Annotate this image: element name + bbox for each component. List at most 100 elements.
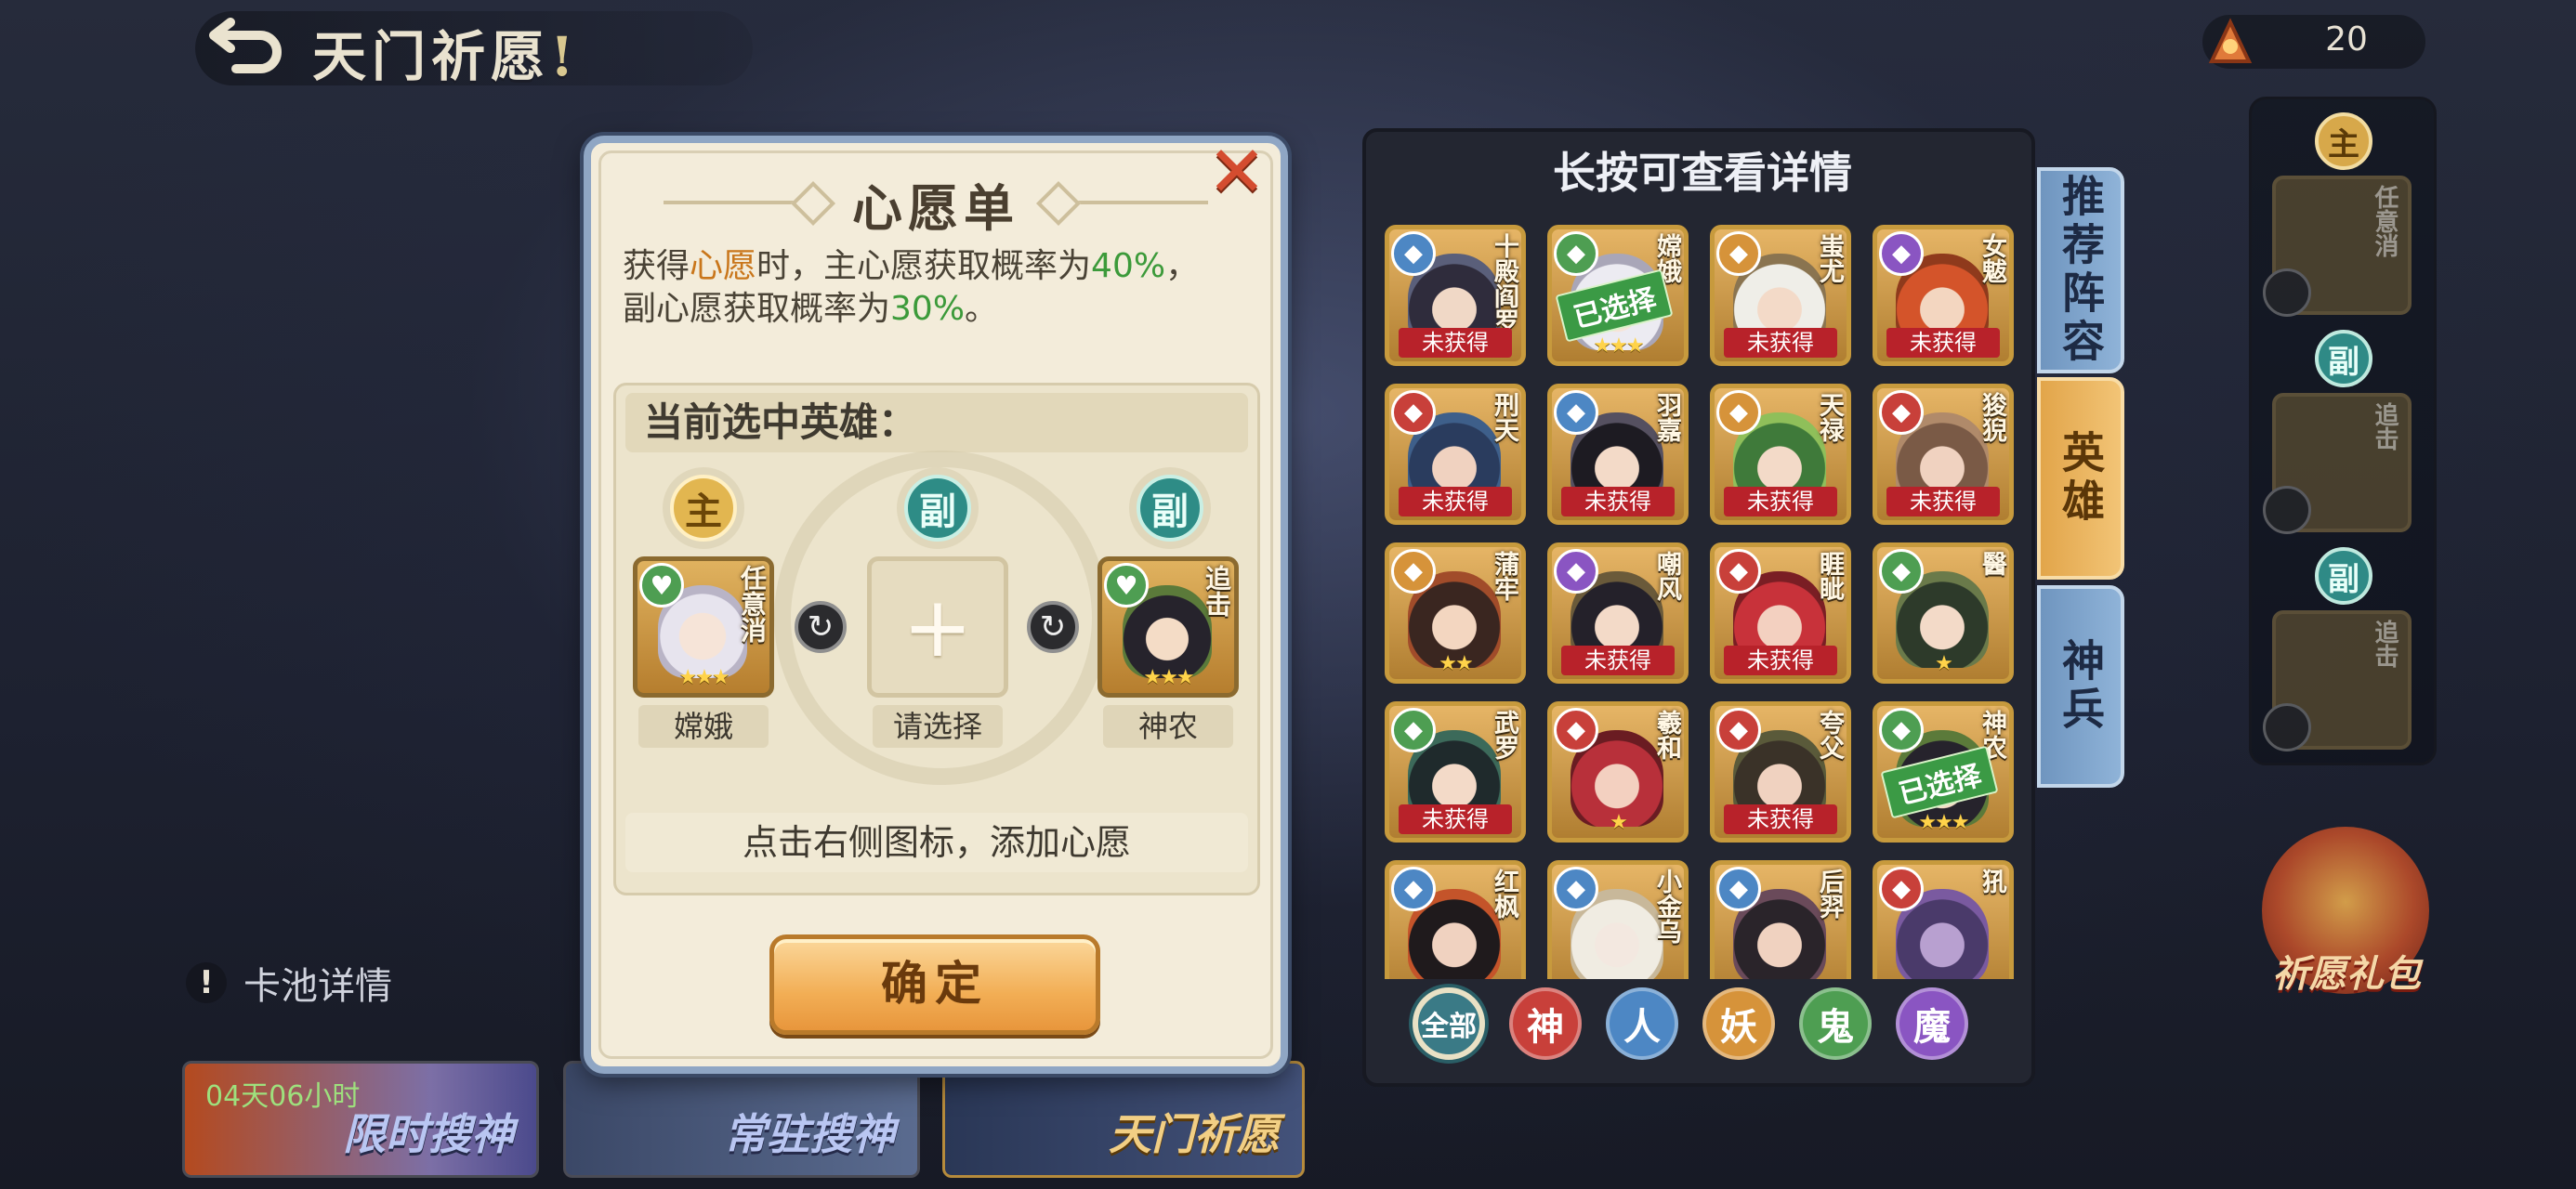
ghost-element-icon: ♥ bbox=[639, 563, 684, 608]
filter-all-button[interactable]: 全部 bbox=[1413, 987, 1485, 1060]
element-icon: ◆ bbox=[1716, 231, 1761, 276]
element-icon: ◆ bbox=[1716, 549, 1761, 594]
hero-skill-label: 追击 bbox=[1202, 565, 1232, 617]
swap-icon[interactable] bbox=[2263, 486, 2311, 534]
selected-hero-shennong[interactable]: ♥ 追击 ★★★ bbox=[1097, 556, 1239, 698]
hero-card[interactable]: ◆ 武罗 未获得 bbox=[1385, 701, 1526, 843]
swap-icon[interactable]: ↻ bbox=[795, 601, 847, 653]
hero-card[interactable]: ◆ 刑天 未获得 bbox=[1385, 384, 1526, 525]
hero-name: 女魃 bbox=[1978, 233, 2006, 283]
hero-name: 嘲风 bbox=[1652, 551, 1681, 601]
hero-name: 狻猊 bbox=[1978, 392, 2006, 442]
hero-card[interactable]: ◆ 十殿阎罗 未获得 bbox=[1385, 225, 1526, 366]
ghost-element-icon: ♥ bbox=[1104, 563, 1149, 608]
add-wish-hint: 点击右侧图标，添加心愿 bbox=[625, 813, 1248, 872]
filter-element-button[interactable]: 魔 bbox=[1896, 987, 1968, 1060]
hero-card[interactable]: ◆ 蚩尤 未获得 bbox=[1710, 225, 1851, 366]
element-icon: ◆ bbox=[1391, 390, 1436, 435]
hero-name: 十殿阎罗 bbox=[1490, 233, 1518, 333]
hero-grid[interactable]: ◆ 十殿阎罗 未获得 ◆ 嫦娥 ★★★ 已选择 ◆ 蚩尤 未获得 ◆ 女魃 未获得 ◆ 刑天 未获得 ◆ 羽嘉 未获… bbox=[1385, 225, 2026, 979]
hero-name: 蚩尤 bbox=[1815, 233, 1844, 283]
hero-card[interactable]: ◆ 蒲牢 ★★ bbox=[1385, 542, 1526, 684]
hero-card[interactable]: ◆ 醫 ★ bbox=[1873, 542, 2014, 684]
swap-icon[interactable] bbox=[2263, 703, 2311, 751]
hero-name: 红枫 bbox=[1490, 869, 1518, 919]
unowned-label: 未获得 bbox=[1561, 646, 1675, 675]
hero-name: 天禄 bbox=[1815, 392, 1844, 442]
element-icon: ◆ bbox=[1554, 231, 1598, 276]
hero-card[interactable]: ◆ 女魃未获得 bbox=[1873, 225, 2014, 366]
main-wish-slot[interactable]: 任意消 bbox=[2263, 176, 2412, 317]
sub-wish-slot[interactable]: 追击 bbox=[2263, 393, 2412, 534]
hero-card[interactable]: ◆ 夸父 未获得 bbox=[1710, 701, 1851, 843]
tab-label: 限时搜神 bbox=[343, 1109, 514, 1159]
wish-gift-pack-label[interactable]: 祈愿礼包 bbox=[2258, 944, 2435, 998]
swap-icon[interactable]: ↻ bbox=[1027, 601, 1079, 653]
info-icon: ! bbox=[186, 962, 227, 1003]
hero-card[interactable]: ◆ 嫦娥 ★★★ 已选择 bbox=[1547, 225, 1689, 366]
element-icon: ◆ bbox=[1879, 390, 1924, 435]
selected-heroes-title: 当前选中英雄： bbox=[625, 393, 1248, 452]
element-icon: ◆ bbox=[1879, 231, 1924, 276]
pool-detail-link[interactable]: ! 卡池详情 bbox=[186, 955, 392, 1011]
slot-hero-name: 神农 bbox=[1103, 705, 1233, 748]
hero-card[interactable]: ◆ 嘲风 未获得 bbox=[1547, 542, 1689, 684]
page-title: 天门祈愿! bbox=[312, 25, 580, 88]
hero-card[interactable]: ◆ 睚眦未获得 bbox=[1710, 542, 1851, 684]
tab-label: 天门祈愿 bbox=[1109, 1109, 1280, 1159]
element-icon: ◆ bbox=[1716, 708, 1761, 752]
tab-heaven-gate-wish[interactable]: 天门祈愿 bbox=[942, 1061, 1305, 1178]
filter-element-button[interactable]: 鬼 bbox=[1799, 987, 1872, 1060]
hero-card[interactable]: ◆ 犼 bbox=[1873, 860, 2014, 979]
hero-card[interactable]: ◆ 后羿 bbox=[1710, 860, 1851, 979]
hero-name: 羲和 bbox=[1652, 710, 1681, 760]
element-icon: ◆ bbox=[1879, 708, 1924, 752]
close-icon[interactable]: ✕ bbox=[1204, 137, 1269, 207]
hero-card[interactable]: ◆ 天禄 未获得 bbox=[1710, 384, 1851, 525]
unowned-label: 未获得 bbox=[1886, 487, 2000, 516]
element-icon: ◆ bbox=[1391, 549, 1436, 594]
filter-element-button[interactable]: 神 bbox=[1509, 987, 1582, 1060]
unowned-label: 未获得 bbox=[1399, 328, 1512, 358]
hero-card[interactable]: ◆ 小金乌 bbox=[1547, 860, 1689, 979]
hero-card[interactable]: ◆ 羽嘉 未获得 bbox=[1547, 384, 1689, 525]
slot-hero-name: 请选择 bbox=[873, 705, 1003, 748]
empty-sub-wish-slot[interactable]: + bbox=[867, 556, 1008, 698]
hero-card[interactable]: ◆ 神农 ★★★ 已选择 bbox=[1873, 701, 2014, 843]
element-icon: ◆ bbox=[1716, 390, 1761, 435]
element-icon: ◆ bbox=[1879, 867, 1924, 911]
tab-divine-weapons[interactable]: 神兵 bbox=[2037, 585, 2124, 788]
element-icon: ◆ bbox=[1716, 867, 1761, 911]
swap-icon[interactable] bbox=[2263, 268, 2311, 317]
slot-skill-label: 追击 bbox=[2371, 620, 2399, 668]
main-wish-badge: 主 bbox=[2315, 112, 2372, 170]
tab-limited-search[interactable]: 04天06小时 限时搜神 bbox=[182, 1061, 539, 1178]
hero-name: 醫 bbox=[1978, 551, 2006, 576]
tab-heroes[interactable]: 英雄 bbox=[2037, 377, 2124, 580]
slot-skill-label: 追击 bbox=[2371, 402, 2399, 451]
hero-name: 夸父 bbox=[1815, 710, 1844, 760]
hero-card[interactable]: ◆ 红枫 bbox=[1385, 860, 1526, 979]
wish-list-modal: 心愿单 获得心愿时，主心愿获取概率为40%， 副心愿获取概率为30%。 当前选中… bbox=[584, 136, 1288, 1074]
hero-card[interactable]: ◆ 狻猊未获得 bbox=[1873, 384, 2014, 525]
unowned-label: 未获得 bbox=[1561, 487, 1675, 516]
sub-wish-badge: 副 bbox=[904, 475, 971, 542]
hero-name: 小金乌 bbox=[1652, 869, 1681, 944]
confirm-button[interactable]: 确定 bbox=[769, 934, 1100, 1035]
hero-name: 武罗 bbox=[1490, 710, 1518, 760]
tab-permanent-search[interactable]: 常驻搜神 bbox=[563, 1061, 920, 1178]
tab-recommended-lineup[interactable]: 推荐阵容 bbox=[2037, 167, 2124, 373]
selected-hero-change[interactable]: ♥ 任意消 ★★★ bbox=[633, 556, 774, 698]
selected-heroes-box: 当前选中英雄： 主 副 副 ♥ 任意消 ★★★ ↻ + ↻ ♥ 追击 ★★★ 嫦… bbox=[613, 383, 1260, 895]
filter-element-button[interactable]: 妖 bbox=[1702, 987, 1775, 1060]
filter-element-button[interactable]: 人 bbox=[1606, 987, 1678, 1060]
element-icon: ◆ bbox=[1391, 867, 1436, 911]
hero-card[interactable]: ◆ 羲和 ★ bbox=[1547, 701, 1689, 843]
hero-name: 睚眦 bbox=[1815, 551, 1844, 601]
sub-wish-slot[interactable]: 追击 bbox=[2263, 610, 2412, 751]
unowned-label: 未获得 bbox=[1886, 328, 2000, 358]
element-icon: ◆ bbox=[1391, 231, 1436, 276]
hero-name: 蒲牢 bbox=[1490, 551, 1518, 601]
back-arrow-icon[interactable] bbox=[204, 17, 288, 82]
unowned-label: 未获得 bbox=[1724, 646, 1837, 675]
